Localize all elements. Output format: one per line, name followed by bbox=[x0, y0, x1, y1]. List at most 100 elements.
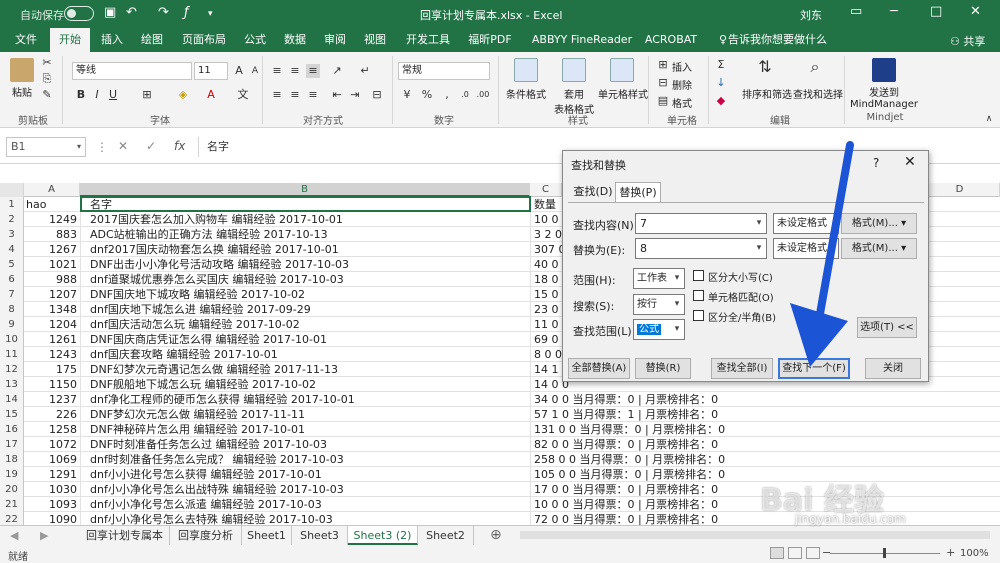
copy-icon[interactable]: ⎘ bbox=[40, 72, 54, 86]
cell-a[interactable]: 1090 bbox=[24, 512, 80, 525]
match-case-checkbox[interactable] bbox=[693, 270, 704, 281]
cell-c[interactable]: 258 0 0 当月得票：0 | 月票榜排名：0 bbox=[532, 452, 792, 467]
grow-font-icon[interactable]: A bbox=[232, 64, 246, 78]
cell-b[interactable]: DNF国庆地下城攻略 编辑经验 2017-10-02 bbox=[84, 287, 530, 302]
align-left-icon[interactable]: ≡ bbox=[270, 88, 284, 102]
cell-b[interactable]: dnf小小净化号怎么派遣 编辑经验 2017-10-03 bbox=[84, 497, 530, 512]
sheet-tab[interactable]: Sheet3 bbox=[292, 526, 348, 545]
cell-b[interactable]: dnf国庆活动怎么玩 编辑经验 2017-10-02 bbox=[84, 317, 530, 332]
cell-a[interactable]: hao bbox=[24, 197, 80, 212]
redo-icon[interactable]: ↷ bbox=[158, 5, 169, 20]
row-header[interactable]: 6 bbox=[0, 272, 24, 287]
underline-button[interactable]: U bbox=[106, 88, 120, 102]
sheet-tab[interactable]: Sheet1 bbox=[242, 526, 292, 545]
row-header[interactable]: 17 bbox=[0, 437, 24, 452]
cell-c[interactable]: 82 0 0 当月得票：0 | 月票榜排名：0 bbox=[532, 437, 792, 452]
cell-a[interactable]: 1237 bbox=[24, 392, 80, 407]
align-bottom-icon[interactable]: ≡ bbox=[306, 64, 320, 78]
conditional-format-label[interactable]: 条件格式 bbox=[506, 86, 546, 101]
cell-a[interactable]: 1291 bbox=[24, 467, 80, 482]
sheet-tab[interactable]: Sheet2 bbox=[418, 526, 474, 545]
name-box-dropdown-icon[interactable]: ▾ bbox=[77, 138, 81, 156]
bold-button[interactable]: B bbox=[74, 88, 88, 102]
column-header-c[interactable]: C bbox=[530, 183, 562, 197]
format-cells-label[interactable]: 格式 bbox=[672, 95, 692, 110]
match-width-label[interactable]: 区分全/半角(B) bbox=[708, 309, 776, 324]
within-select[interactable]: 工作表 ▾ bbox=[633, 268, 685, 289]
tab-find[interactable]: 查找(D) bbox=[571, 182, 615, 202]
tab-view[interactable]: 视图 bbox=[358, 28, 392, 52]
find-what-input[interactable]: 7 ▾ bbox=[635, 213, 767, 234]
cell-b[interactable]: DNF时刻准备任务怎么过 编辑经验 2017-10-03 bbox=[84, 437, 530, 452]
cell-a[interactable]: 1348 bbox=[24, 302, 80, 317]
cell-b[interactable]: DNF神秘碎片怎么用 编辑经验 2017-10-01 bbox=[84, 422, 530, 437]
row-header[interactable]: 12 bbox=[0, 362, 24, 377]
border-icon[interactable]: ⊞ bbox=[140, 88, 154, 102]
sheet-tab[interactable]: 回享度分析 bbox=[170, 526, 242, 545]
tab-insert[interactable]: 插入 bbox=[94, 28, 130, 52]
cell-a[interactable]: 1261 bbox=[24, 332, 80, 347]
fill-icon[interactable]: ↓ bbox=[714, 76, 728, 90]
close-window-icon[interactable]: ✕ bbox=[970, 4, 981, 19]
cell-a[interactable]: 1267 bbox=[24, 242, 80, 257]
tab-acrobat[interactable]: ACROBAT bbox=[644, 28, 698, 52]
sort-filter-icon[interactable]: ⇅ bbox=[758, 59, 772, 75]
shrink-font-icon[interactable]: A bbox=[248, 64, 262, 78]
font-color-icon[interactable]: A bbox=[204, 88, 218, 102]
options-button[interactable]: 选项(T) << bbox=[857, 317, 917, 338]
cell-b[interactable]: ADC站桩输出的正确方法 编辑经验 2017-10-13 bbox=[84, 227, 530, 242]
increase-decimal-icon[interactable]: .0 bbox=[458, 88, 472, 102]
replace-with-input[interactable]: 8 ▾ bbox=[635, 238, 767, 259]
conditional-format-icon[interactable] bbox=[514, 58, 538, 82]
user-name[interactable]: 刘东 bbox=[800, 7, 822, 23]
tab-file[interactable]: 文件 bbox=[8, 28, 44, 52]
cell-c[interactable]: 10 0 0 当月得票：0 | 月票榜排名：0 bbox=[532, 497, 792, 512]
cell-a[interactable]: 1093 bbox=[24, 497, 80, 512]
row-header[interactable]: 13 bbox=[0, 377, 24, 392]
row-header[interactable]: 8 bbox=[0, 302, 24, 317]
sheet-next-icon[interactable]: ▶ bbox=[40, 529, 48, 542]
cell-a[interactable]: 1072 bbox=[24, 437, 80, 452]
comma-icon[interactable]: , bbox=[440, 88, 454, 102]
paste-icon[interactable] bbox=[10, 58, 34, 82]
cell-b[interactable]: dnf道聚城优惠券怎么买国庆 编辑经验 2017-10-03 bbox=[84, 272, 530, 287]
cell-a[interactable]: 1150 bbox=[24, 377, 80, 392]
number-format-select[interactable]: 常规 bbox=[398, 62, 490, 80]
replace-button[interactable]: 替换(R) bbox=[635, 358, 691, 379]
cell-styles-label[interactable]: 单元格样式 bbox=[598, 86, 648, 101]
cell-c[interactable]: 72 0 0 当月得票：0 | 月票榜排名：0 bbox=[532, 512, 792, 525]
insert-function-button[interactable]: fx bbox=[174, 139, 185, 153]
decrease-decimal-icon[interactable]: .00 bbox=[476, 88, 490, 102]
cell-b[interactable]: dnf2017国庆动物套怎么换 编辑经验 2017-10-01 bbox=[84, 242, 530, 257]
cell-a[interactable]: 1204 bbox=[24, 317, 80, 332]
row-header[interactable]: 4 bbox=[0, 242, 24, 257]
cell-a[interactable]: 1021 bbox=[24, 257, 80, 272]
tab-review[interactable]: 审阅 bbox=[318, 28, 352, 52]
cell-b[interactable]: dnf国庆套攻略 编辑经验 2017-10-01 bbox=[84, 347, 530, 362]
replace-format-button[interactable]: 格式(M)... ▾ bbox=[841, 238, 917, 259]
fill-color-icon[interactable]: ◈ bbox=[176, 88, 190, 102]
row-header[interactable]: 22 bbox=[0, 512, 24, 525]
cell-b[interactable]: DNF出击小小净化号活动攻略 编辑经验 2017-10-03 bbox=[84, 257, 530, 272]
sort-filter-label[interactable]: 排序和筛选 bbox=[742, 86, 792, 101]
cancel-entry-icon[interactable]: ✕ bbox=[118, 139, 128, 153]
page-break-view-icon[interactable] bbox=[806, 547, 820, 559]
format-painter-icon[interactable]: ✎ bbox=[40, 88, 54, 102]
row-header[interactable]: 16 bbox=[0, 422, 24, 437]
find-select-icon[interactable]: ⌕ bbox=[808, 59, 822, 75]
row-header[interactable]: 15 bbox=[0, 407, 24, 422]
cell-b[interactable]: dnf小小净化号怎么去特殊 编辑经验 2017-10-03 bbox=[84, 512, 530, 525]
find-select-label[interactable]: 查找和选择 bbox=[793, 86, 843, 101]
tab-draw[interactable]: 绘图 bbox=[134, 28, 170, 52]
cell-b[interactable]: DNF梦幻次元怎么做 编辑经验 2017-11-11 bbox=[84, 407, 530, 422]
row-header[interactable]: 21 bbox=[0, 497, 24, 512]
cell-a[interactable]: 226 bbox=[24, 407, 80, 422]
row-header[interactable]: 3 bbox=[0, 227, 24, 242]
lookin-select[interactable]: 公式 ▾ bbox=[633, 319, 685, 340]
currency-icon[interactable]: ¥ bbox=[400, 88, 414, 102]
row-header[interactable]: 19 bbox=[0, 467, 24, 482]
cell-c[interactable]: 17 0 0 当月得票：0 | 月票榜排名：0 bbox=[532, 482, 792, 497]
cell-b[interactable]: dnf小小进化号怎么获得 编辑经验 2017-10-01 bbox=[84, 467, 530, 482]
add-sheet-icon[interactable]: ⊕ bbox=[490, 527, 502, 543]
select-all-corner[interactable] bbox=[0, 183, 24, 197]
